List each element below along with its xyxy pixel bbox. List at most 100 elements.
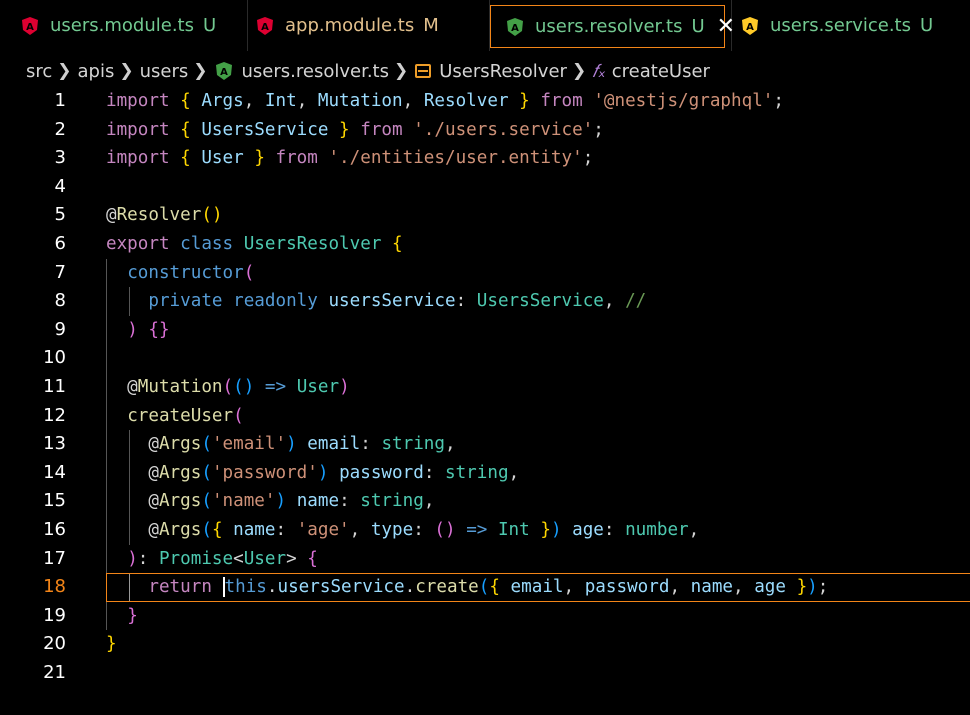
- tab-users-module-ts[interactable]: Ausers.module.ts U: [20, 0, 216, 51]
- code-line[interactable]: 2 import { UsersService } from './users.s…: [0, 116, 970, 145]
- code-token: {: [180, 91, 191, 111]
- line-number: 9: [54, 318, 66, 340]
- code-token: ,: [603, 291, 626, 312]
- code-token: ,: [669, 577, 691, 598]
- code-text: createUser(: [106, 402, 244, 431]
- code-line[interactable]: 8 private readonly usersService: UsersSe…: [0, 287, 970, 316]
- code-line[interactable]: 9 ) {}: [0, 316, 970, 345]
- code-token: './entities/user.entity': [328, 148, 583, 169]
- angular-service-icon: A: [740, 16, 760, 36]
- code-token: }: [519, 91, 530, 111]
- code-token: ): [275, 491, 287, 512]
- line-number: 1: [54, 90, 66, 111]
- code-token: ): [211, 205, 223, 226]
- code-token: ): [339, 377, 350, 397]
- code-token: ;: [817, 577, 829, 598]
- code-token: Int: [264, 91, 297, 111]
- tab-app-module-ts[interactable]: Aapp.module.ts M: [255, 0, 439, 51]
- code-line[interactable]: 6 export class UsersResolver {: [0, 230, 970, 259]
- tab-label: users.module.ts: [50, 15, 194, 36]
- breadcrumb-method[interactable]: 𝑓ₓ createUser: [592, 61, 710, 82]
- svg-text:A: A: [511, 23, 519, 34]
- code-token: ): [127, 548, 138, 569]
- svg-text:A: A: [26, 22, 34, 33]
- breadcrumb-file[interactable]: Ausers.resolver.ts: [214, 61, 389, 82]
- code-line[interactable]: 21: [0, 659, 970, 688]
- tab-users-resolver-ts[interactable]: Ausers.resolver.ts U ✕: [490, 5, 735, 48]
- code-line[interactable]: 16 @Args({ name: 'age', type: () => Int …: [0, 516, 970, 545]
- code-line[interactable]: 15 @Args('name') name: string,: [0, 487, 970, 516]
- code-token: create: [415, 577, 479, 598]
- code-text: import { Args, Int, Mutation, Resolver }…: [106, 87, 784, 116]
- code-line[interactable]: 3 import { User } from './entities/user.e…: [0, 144, 970, 173]
- code-token: type: [370, 520, 414, 540]
- code-text: @Args('password') password: string,: [106, 459, 519, 488]
- code-editor[interactable]: 1 import { Args, Int, Mutation, Resolver …: [0, 87, 970, 715]
- code-line[interactable]: 11 @Mutation(() => User): [0, 373, 970, 402]
- code-line[interactable]: 1 import { Args, Int, Mutation, Resolver …: [0, 87, 970, 116]
- tab-users-service-ts[interactable]: Ausers.service.ts U: [740, 0, 933, 51]
- code-token: :: [455, 291, 477, 312]
- code-token: 'email': [211, 434, 287, 455]
- breadcrumb-folder[interactable]: src: [26, 61, 52, 82]
- code-token: {: [211, 520, 223, 540]
- code-line[interactable]: 4: [0, 173, 970, 202]
- code-token: (): [233, 377, 255, 397]
- code-token: from: [275, 148, 318, 169]
- code-token: createUser: [127, 405, 234, 426]
- code-token: number: [625, 520, 689, 540]
- close-icon[interactable]: ✕: [717, 15, 735, 38]
- code-token: UsersResolver: [243, 234, 382, 254]
- code-line[interactable]: 13 @Args('email') email: string,: [0, 430, 970, 459]
- code-token: string: [381, 434, 445, 455]
- code-token: @: [106, 205, 117, 226]
- breadcrumb-class[interactable]: UsersResolver: [414, 61, 567, 82]
- git-status-badge: U: [202, 15, 217, 36]
- line-number: 10: [43, 347, 66, 369]
- line-number: 19: [43, 604, 66, 626]
- code-token: {}: [148, 319, 170, 340]
- code-token: //: [625, 291, 647, 312]
- code-token: constructor: [127, 262, 244, 283]
- code-token: User: [201, 148, 244, 169]
- code-token: (: [201, 462, 212, 483]
- code-text: @Args('email') email: string,: [106, 430, 455, 459]
- code-token: Mutation: [137, 377, 223, 397]
- code-text: return this.usersService.create({ email,…: [106, 573, 828, 602]
- angular-resolver-icon: A: [505, 17, 525, 37]
- code-token: (: [201, 205, 212, 226]
- code-line[interactable]: 14 @Args('password') password: string,: [0, 459, 970, 488]
- code-token: ,: [296, 91, 318, 111]
- line-number: 13: [43, 433, 66, 455]
- breadcrumb-folder[interactable]: apis: [78, 61, 115, 82]
- code-line[interactable]: 18 return this.usersService.create({ ema…: [0, 573, 970, 603]
- breadcrumb-folder[interactable]: users: [140, 61, 189, 82]
- code-line[interactable]: 10: [0, 344, 970, 373]
- code-text: ) {}: [106, 316, 170, 345]
- code-token: 'name': [211, 491, 276, 512]
- code-line[interactable]: 7 constructor(: [0, 259, 970, 288]
- line-number: 15: [43, 490, 66, 512]
- code-line[interactable]: 12 createUser(: [0, 402, 970, 431]
- code-token: User: [296, 377, 340, 397]
- code-line[interactable]: 19 }: [0, 602, 970, 631]
- line-number: 2: [54, 118, 66, 140]
- code-token: User: [243, 548, 287, 569]
- breadcrumb-method-label: createUser: [611, 60, 710, 82]
- code-line[interactable]: 17 ): Promise<User> {: [0, 545, 970, 574]
- code-line[interactable]: 20}: [0, 630, 970, 659]
- code-token: ): [127, 319, 138, 340]
- code-line[interactable]: 5 @Resolver(): [0, 201, 970, 230]
- code-token: (): [434, 520, 456, 540]
- angular-icon: A: [255, 16, 275, 36]
